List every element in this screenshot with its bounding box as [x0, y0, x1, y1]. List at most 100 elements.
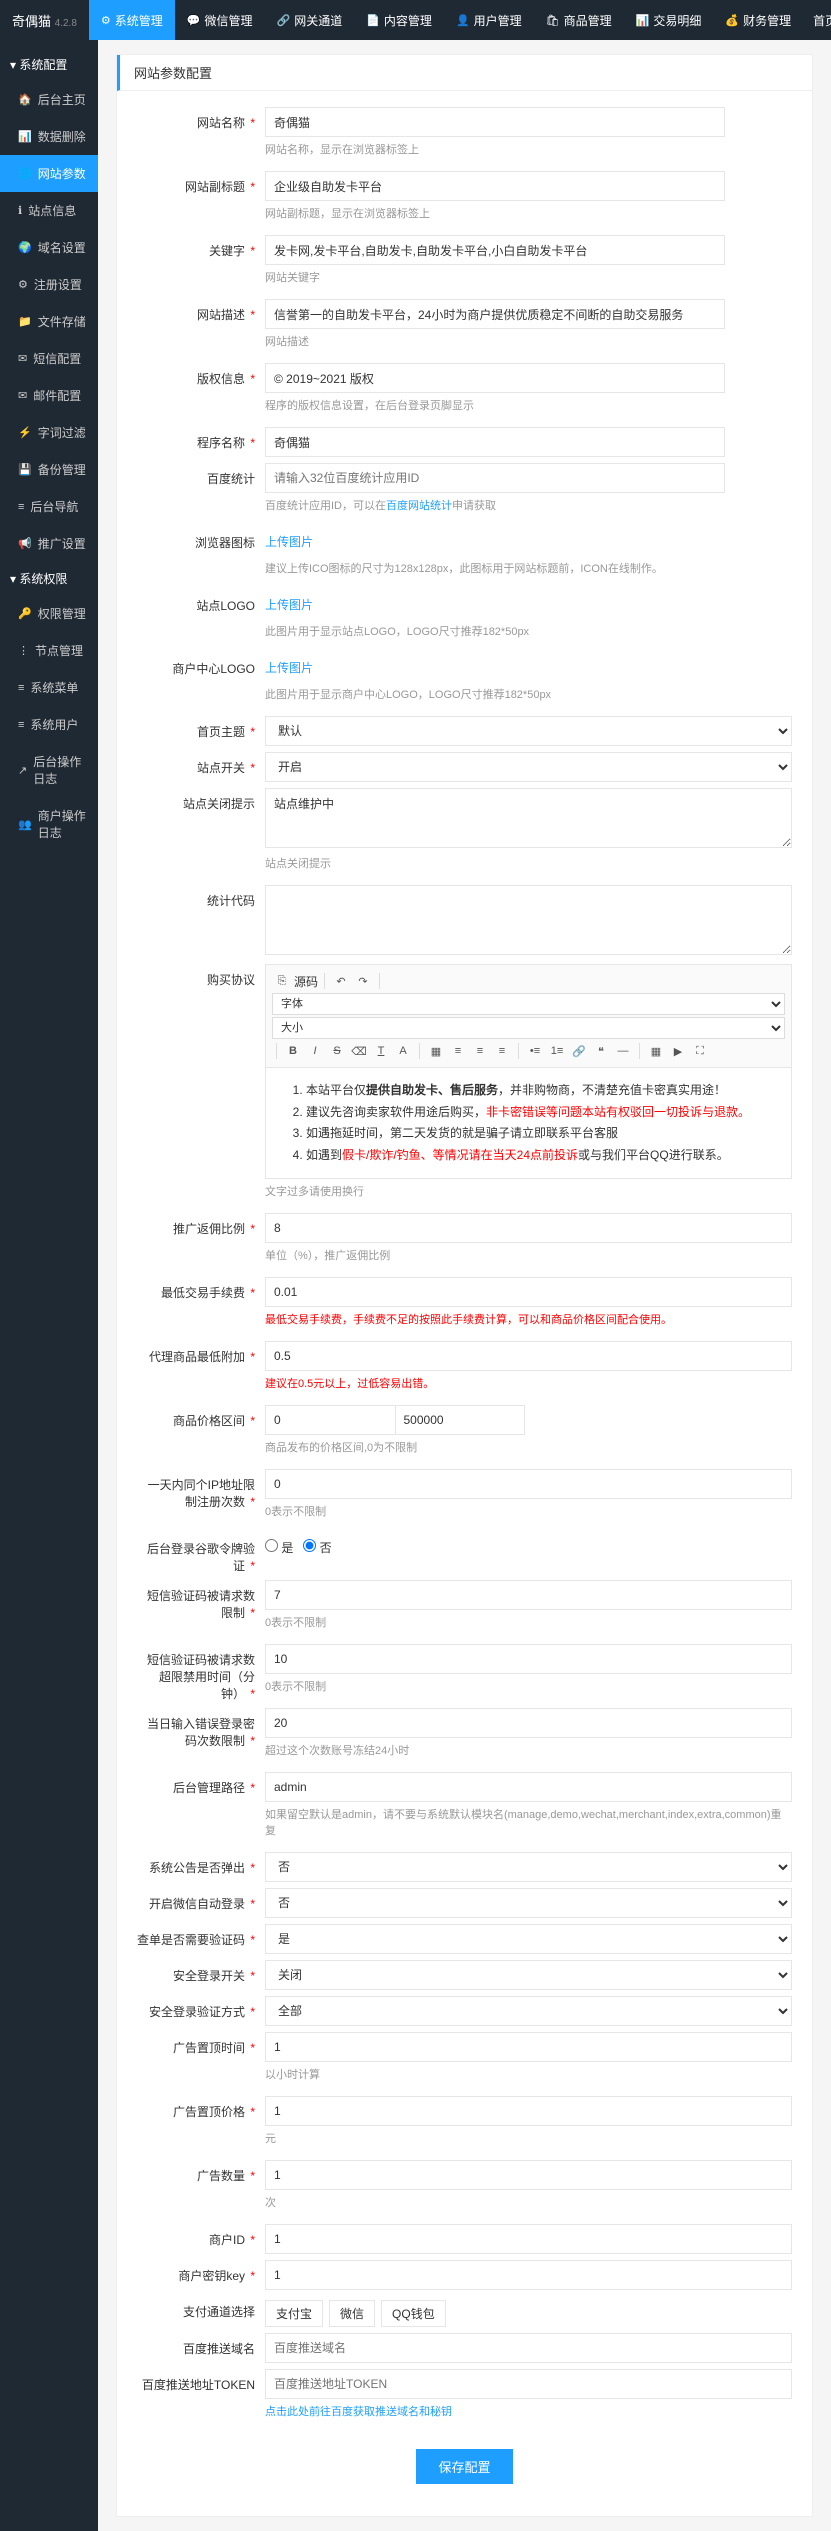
agent-min[interactable] [265, 1341, 792, 1371]
site-name[interactable] [265, 107, 725, 137]
side-站点信息[interactable]: ℹ站点信息 [0, 192, 98, 229]
side-group[interactable]: ▾ 系统权限 [0, 562, 98, 595]
side-推广设置[interactable]: 📢推广设置 [0, 525, 98, 562]
ed-clear[interactable]: ⌫ [349, 1041, 369, 1061]
nav-网关通道[interactable]: 🔗网关通道 [265, 0, 355, 40]
ed-undo[interactable]: ↶ [331, 971, 351, 991]
ed-underline[interactable]: T [371, 1041, 391, 1061]
ed-color[interactable]: A [393, 1041, 413, 1061]
ed-table[interactable]: ▦ [646, 1041, 666, 1061]
stat-code[interactable] [265, 885, 792, 955]
promo-ratio[interactable] [265, 1213, 792, 1243]
upload-sitelogo[interactable]: 上传图片 [265, 590, 313, 619]
agreement-editor[interactable]: ⎘源码↶↷字体 大小BIS⌫TA▦≡≡≡•≡1≡🔗❝—▦▶⛶本站平台仅提供自助发… [265, 964, 792, 1179]
nav-财务管理[interactable]: 💰财务管理 [713, 0, 803, 40]
side-网站参数[interactable]: 🌐网站参数 [0, 155, 98, 192]
pay-支付宝[interactable]: 支付宝 [265, 2300, 323, 2327]
safe-login[interactable]: 关闭 [265, 1960, 792, 1990]
ad-top-price[interactable] [265, 2096, 792, 2126]
ed-strike[interactable]: S [327, 1041, 347, 1061]
ip-limit[interactable] [265, 1469, 792, 1499]
price-min[interactable] [265, 1405, 395, 1435]
min-fee[interactable] [265, 1277, 792, 1307]
home-theme[interactable]: 默认 [265, 716, 792, 746]
ed-right[interactable]: ≡ [492, 1041, 512, 1061]
baidu-domain[interactable] [265, 2333, 792, 2363]
side-数据删除[interactable]: 📊数据删除 [0, 118, 98, 155]
ed-ul[interactable]: •≡ [525, 1041, 545, 1061]
copyright[interactable] [265, 363, 725, 393]
side-域名设置[interactable]: 🌍域名设置 [0, 229, 98, 266]
ed-bold[interactable]: B [283, 1041, 303, 1061]
google-no[interactable]: 否 [303, 1539, 331, 1556]
ed-img[interactable]: ▦ [426, 1041, 446, 1061]
upload-favicon[interactable]: 上传图片 [265, 527, 313, 556]
nav-内容管理[interactable]: 📄内容管理 [354, 0, 444, 40]
admin-path[interactable] [265, 1772, 792, 1802]
ed-center[interactable]: ≡ [470, 1041, 490, 1061]
side-后台操作日志[interactable]: ↗后台操作日志 [0, 743, 98, 797]
ed-redo[interactable]: ↷ [353, 971, 373, 991]
price-max[interactable] [395, 1405, 526, 1435]
baidu-link[interactable]: 百度网站统计 [386, 500, 452, 512]
ed-link[interactable]: 🔗 [569, 1041, 589, 1061]
ed-ol[interactable]: 1≡ [547, 1041, 567, 1061]
nav-商品管理[interactable]: 🛍商品管理 [534, 0, 624, 40]
upload-userlogo[interactable]: 上传图片 [265, 653, 313, 682]
nav-系统管理[interactable]: ⚙系统管理 [89, 0, 175, 40]
need-captcha[interactable]: 是 [265, 1924, 792, 1954]
pwd-limit[interactable] [265, 1708, 792, 1738]
sms-limit[interactable] [265, 1580, 792, 1610]
side-系统用户[interactable]: ≡系统用户 [0, 706, 98, 743]
baidu-token-link[interactable]: 点击此处前往百度获取推送域名和秘钥 [265, 2406, 452, 2418]
ed-italic[interactable]: I [305, 1041, 325, 1061]
site-desc[interactable] [265, 299, 725, 329]
baidu-token[interactable] [265, 2369, 792, 2399]
pay-微信[interactable]: 微信 [329, 2300, 375, 2327]
nav-交易明细[interactable]: 📊交易明细 [624, 0, 714, 40]
auto-login[interactable]: 否 [265, 1888, 792, 1918]
safe-method[interactable]: 全部 [265, 1996, 792, 2026]
merchant-key[interactable] [265, 2260, 792, 2290]
ad-top-time[interactable] [265, 2032, 792, 2062]
side-注册设置[interactable]: ⚙注册设置 [0, 266, 98, 303]
side-后台主页[interactable]: 🏠后台主页 [0, 81, 98, 118]
label: 百度推送域名 [137, 2333, 265, 2357]
google-yes[interactable]: 是 [265, 1539, 293, 1556]
ed-quote[interactable]: ❝ [591, 1041, 611, 1061]
close-hint[interactable]: 站点维护中 [265, 788, 792, 848]
side-文件存储[interactable]: 📁文件存储 [0, 303, 98, 340]
keywords[interactable] [265, 235, 725, 265]
label: 后台管理路径 * [137, 1772, 265, 1796]
side-group[interactable]: ▾ 系统配置 [0, 48, 98, 81]
sms-ban[interactable] [265, 1644, 792, 1674]
baidu-stat[interactable] [265, 463, 725, 493]
pay-QQ钱包[interactable]: QQ钱包 [381, 2300, 446, 2327]
side-系统菜单[interactable]: ≡系统菜单 [0, 669, 98, 706]
side-短信配置[interactable]: ✉短信配置 [0, 340, 98, 377]
pop-export[interactable]: 否 [265, 1852, 792, 1882]
ed-font[interactable]: 字体 [272, 993, 785, 1015]
ed-size[interactable]: 大小 [272, 1017, 785, 1039]
ed-full[interactable]: ⛶ [690, 1041, 710, 1061]
side-备份管理[interactable]: 💾备份管理 [0, 451, 98, 488]
nav-用户管理[interactable]: 👤用户管理 [444, 0, 534, 40]
side-节点管理[interactable]: ⋮节点管理 [0, 632, 98, 669]
side-字词过滤[interactable]: ⚡字词过滤 [0, 414, 98, 451]
ad-count[interactable] [265, 2160, 792, 2190]
side-权限管理[interactable]: 🔑权限管理 [0, 595, 98, 632]
navright-首页[interactable]: 首页 [803, 0, 831, 40]
site-switch[interactable]: 开启 [265, 752, 792, 782]
ed-src[interactable]: ⎘ [272, 971, 292, 991]
merchant-id[interactable] [265, 2224, 792, 2254]
nav-微信管理[interactable]: 💬微信管理 [175, 0, 265, 40]
side-邮件配置[interactable]: ✉邮件配置 [0, 377, 98, 414]
ed-left[interactable]: ≡ [448, 1041, 468, 1061]
prog-name[interactable] [265, 427, 725, 457]
site-subtitle[interactable] [265, 171, 725, 201]
ed-hr[interactable]: — [613, 1041, 633, 1061]
side-商户操作日志[interactable]: 👥商户操作日志 [0, 797, 98, 851]
submit-button[interactable]: 保存配置 [416, 2449, 512, 2484]
side-后台导航[interactable]: ≡后台导航 [0, 488, 98, 525]
ed-video[interactable]: ▶ [668, 1041, 688, 1061]
